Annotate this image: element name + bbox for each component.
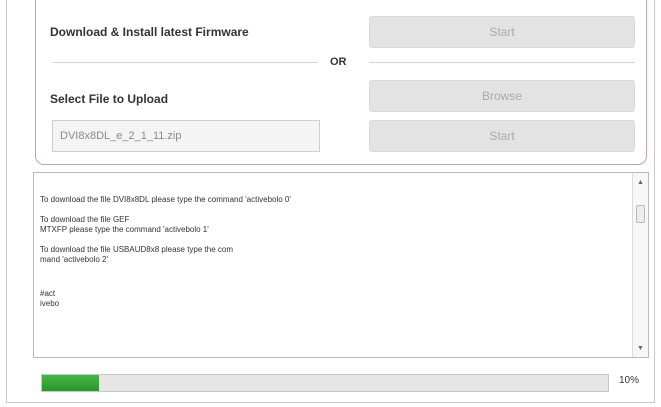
selected-file-field[interactable]: DVI8x8DL_e_2_1_11.zip xyxy=(52,120,320,152)
log-line: To download the file DVI8x8DL please typ… xyxy=(40,195,291,204)
log-line: #act xyxy=(40,289,56,298)
download-start-button[interactable]: Start xyxy=(369,16,635,48)
log-output-area[interactable]: To download the file DVI8x8DL please typ… xyxy=(33,172,649,358)
browse-button[interactable]: Browse xyxy=(369,80,635,112)
log-line: ivebo xyxy=(40,299,60,308)
scroll-up-icon[interactable]: ▲ xyxy=(633,175,648,189)
scroll-thumb[interactable] xyxy=(636,205,645,223)
download-latest-firmware-label: Download & Install latest Firmware xyxy=(50,25,249,39)
progress-fill xyxy=(42,375,99,391)
log-scrollbar[interactable]: ▲ ▼ xyxy=(632,173,648,357)
log-line: To download the file GEF xyxy=(40,215,130,224)
firmware-options-box: Download & Install latest Firmware Start… xyxy=(35,0,647,165)
log-line: MTXFP please type the command 'activebol… xyxy=(40,225,209,234)
scroll-down-icon[interactable]: ▼ xyxy=(633,341,648,355)
or-separator-label: OR xyxy=(330,56,347,68)
select-file-label: Select File to Upload xyxy=(50,92,169,106)
log-line: mand 'activebolo 2' xyxy=(40,255,108,264)
upload-start-button[interactable]: Start xyxy=(369,120,635,152)
upload-progress-bar xyxy=(41,374,609,392)
log-line: To download the file USBAUD8x8 please ty… xyxy=(40,245,233,254)
log-text: To download the file DVI8x8DL please typ… xyxy=(40,195,620,309)
divider-left xyxy=(52,62,318,63)
divider-right xyxy=(369,62,635,63)
progress-percent-label: 10% xyxy=(619,375,640,386)
firmware-update-panel: Download & Install latest Firmware Start… xyxy=(6,0,655,403)
